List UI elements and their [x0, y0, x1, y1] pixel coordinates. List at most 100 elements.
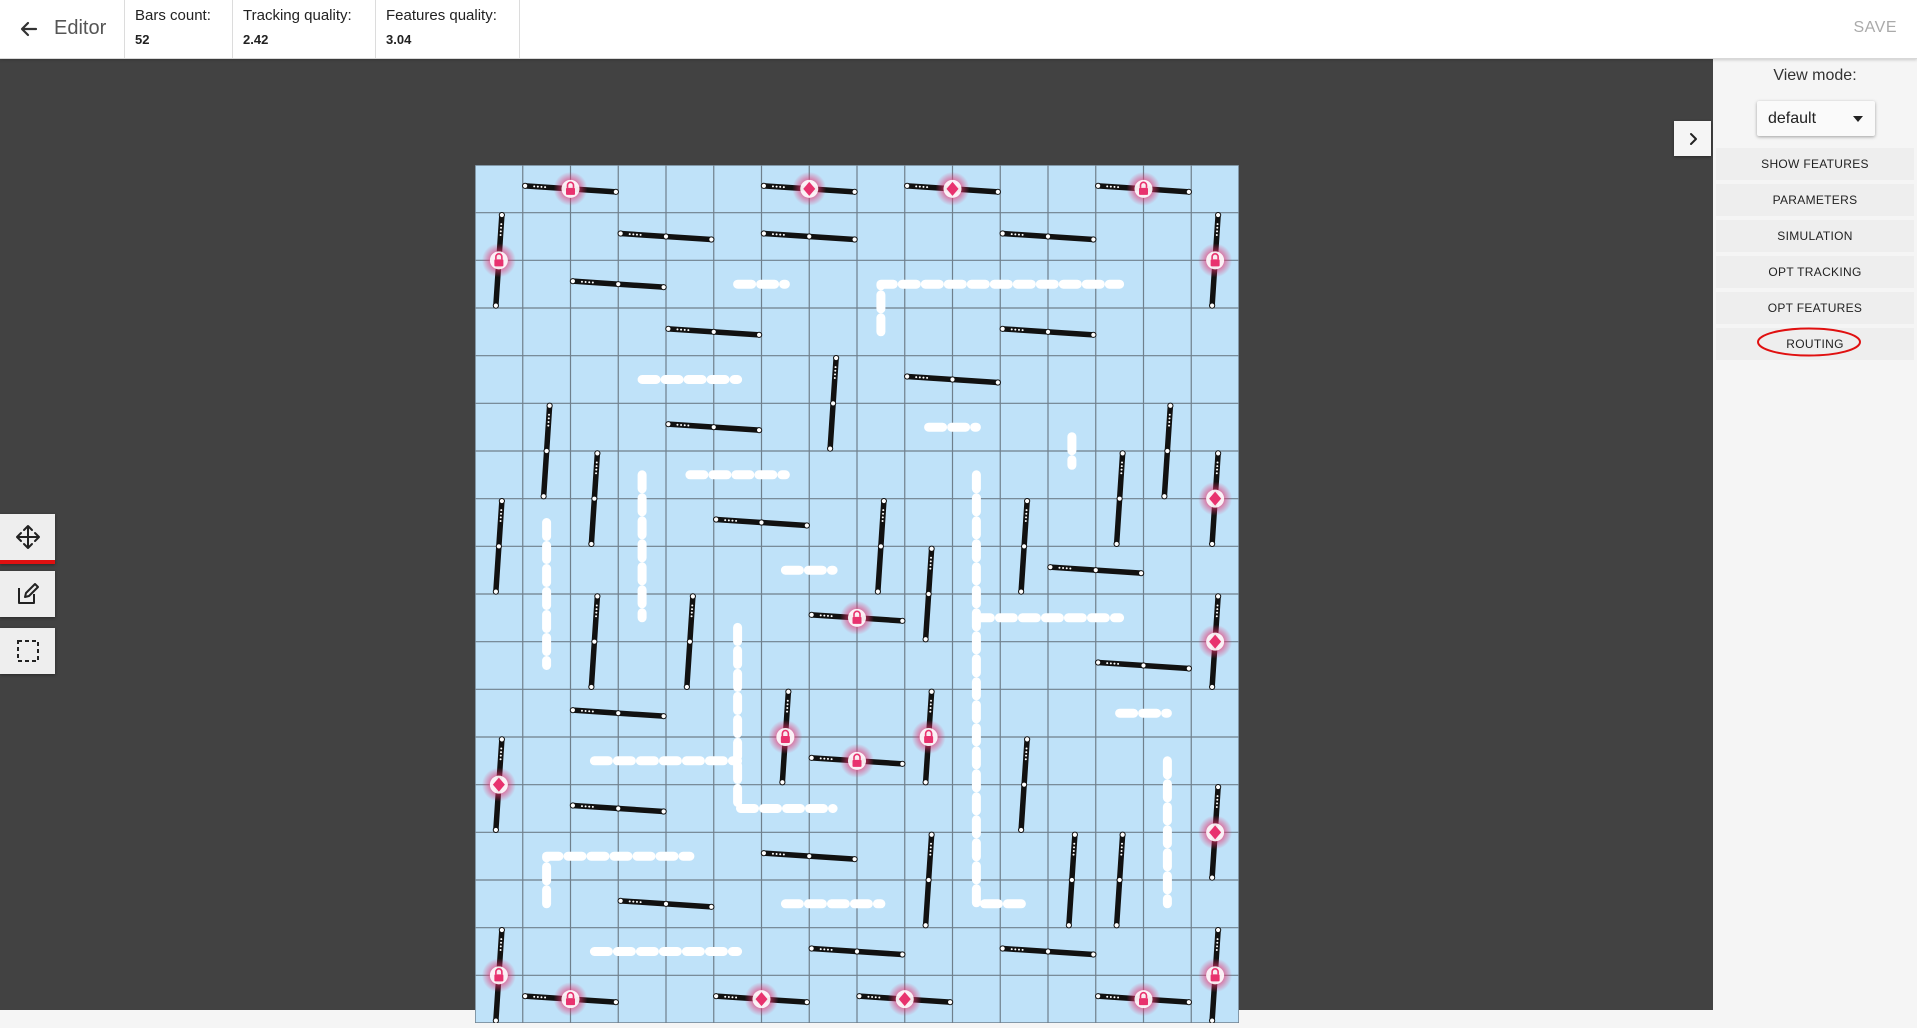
bar-chevron — [584, 805, 587, 808]
board[interactable] — [474, 164, 1240, 1024]
back-button[interactable] — [14, 14, 44, 44]
bar-chevron — [775, 853, 778, 856]
bar-node — [806, 233, 813, 240]
collapse-panel-button[interactable] — [1674, 121, 1711, 156]
bar-chevron — [628, 233, 631, 236]
bar-chevron — [500, 751, 503, 754]
bar-node — [760, 850, 767, 857]
routing-button[interactable]: ROUTING — [1716, 328, 1914, 360]
bar-chevron — [584, 281, 587, 284]
bar-chevron — [584, 710, 587, 713]
bar-node — [1095, 182, 1102, 189]
bar-node — [1047, 564, 1054, 571]
bar-chevron — [882, 512, 885, 515]
bar-chevron — [1017, 948, 1020, 951]
bar-chevron — [499, 754, 502, 757]
bar-chevron — [882, 509, 885, 512]
bar-chevron — [1168, 421, 1171, 424]
arrow-left-icon — [20, 21, 38, 37]
bar-chevron — [929, 703, 932, 706]
bar-chevron — [680, 424, 683, 427]
bar-chevron — [771, 185, 774, 188]
bar-node — [1113, 540, 1120, 548]
bar-node — [1021, 781, 1028, 788]
select-tool-button[interactable] — [0, 628, 55, 674]
bar-chevron — [1021, 329, 1024, 332]
view-mode-select[interactable]: default — [1757, 101, 1875, 136]
bar-chevron — [1216, 608, 1219, 611]
bar-chevron — [926, 186, 929, 189]
bar-chevron — [1025, 509, 1028, 512]
move-tool-button[interactable] — [0, 514, 55, 564]
stat-value: 2.42 — [243, 32, 269, 47]
show-features-button[interactable]: SHOW FEATURES — [1716, 148, 1914, 180]
bar-chevron — [1010, 948, 1013, 951]
bar-node — [665, 325, 672, 332]
bar-chevron — [823, 757, 826, 760]
bar-chevron — [1109, 185, 1112, 188]
bar-chevron — [683, 328, 686, 331]
bar-node — [1209, 1017, 1216, 1024]
bar-chevron — [536, 185, 539, 188]
bar-chevron — [1168, 424, 1171, 427]
parameters-button[interactable]: PARAMETERS — [1716, 184, 1914, 216]
simulation-button[interactable]: SIMULATION — [1716, 220, 1914, 252]
bar-chevron — [1062, 567, 1065, 570]
bar-chevron — [1216, 611, 1219, 614]
bar-chevron — [639, 233, 642, 236]
bar-chevron — [1216, 604, 1219, 607]
bar-chevron — [727, 519, 730, 522]
bar-node — [612, 188, 619, 195]
board-grid[interactable] — [474, 164, 1240, 1024]
bar-chevron — [915, 185, 918, 188]
bar-node — [588, 540, 595, 548]
bar-node — [928, 831, 935, 838]
bar-node — [1215, 211, 1222, 219]
bar-chevron — [1120, 472, 1123, 475]
bar-node — [1138, 570, 1145, 577]
bar-node — [1209, 540, 1216, 548]
bar-chevron — [1216, 465, 1219, 468]
opt-tracking-button[interactable]: OPT TRACKING — [1716, 256, 1914, 288]
bar-node — [569, 278, 576, 285]
bar-node — [808, 611, 815, 618]
bar-node — [808, 754, 815, 761]
bar-node — [612, 999, 619, 1006]
bar-node — [760, 230, 767, 237]
bar-chevron — [731, 996, 734, 999]
bar-chevron — [775, 233, 778, 236]
bar-chevron — [691, 604, 694, 607]
bar-chevron — [1014, 233, 1017, 236]
bar-chevron — [1010, 328, 1013, 331]
bar-node — [922, 636, 929, 643]
bar-chevron — [819, 614, 822, 617]
bar-node — [713, 516, 720, 523]
edit-tool-button[interactable] — [0, 571, 55, 617]
lock-icon — [1210, 974, 1220, 982]
bar-chevron — [786, 699, 789, 702]
bar-chevron — [1024, 758, 1027, 761]
bar-node — [540, 493, 547, 500]
bar-chevron — [632, 900, 635, 903]
bar-node — [492, 826, 499, 834]
opt-features-button[interactable]: OPT FEATURES — [1716, 292, 1914, 324]
bar-node — [686, 638, 693, 645]
bar-node — [1209, 302, 1216, 309]
bar-node — [708, 903, 715, 910]
bar-chevron — [1025, 512, 1028, 515]
bar-chevron — [922, 185, 925, 188]
bar-chevron — [635, 233, 638, 236]
lock-icon — [1139, 998, 1148, 1006]
bar-chevron — [588, 281, 591, 284]
bar-chevron — [871, 996, 874, 999]
bar-chevron — [1120, 850, 1123, 853]
bar-chevron — [930, 842, 933, 845]
bar-chevron — [1216, 938, 1219, 941]
bar-chevron — [499, 516, 502, 519]
bar-node — [756, 331, 763, 338]
bar-node — [999, 325, 1006, 332]
bar-node — [803, 999, 810, 1006]
editor-canvas[interactable] — [0, 59, 1713, 1024]
bar-chevron — [544, 996, 547, 999]
save-button[interactable]: SAVE — [1854, 19, 1898, 37]
